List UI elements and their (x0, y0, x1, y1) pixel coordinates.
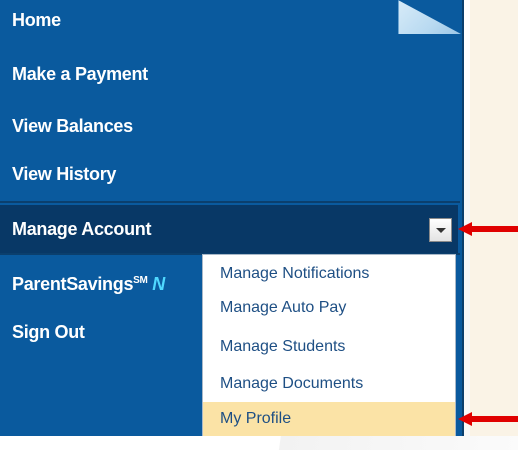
divider (0, 201, 460, 203)
nav-item-view-balances[interactable]: View Balances (0, 108, 455, 144)
red-arrow-icon (458, 412, 518, 426)
nav-item-home[interactable]: Home (0, 2, 455, 38)
menu-item-manage-notifications[interactable]: Manage Notifications (203, 257, 455, 291)
red-arrow-icon (458, 222, 518, 236)
chevron-down-icon (436, 228, 446, 233)
manage-account-dropdown-menu: Manage Notifications Manage Auto Pay Man… (202, 254, 456, 436)
menu-item-manage-students[interactable]: Manage Students (203, 330, 455, 364)
manage-account-dropdown-button[interactable] (429, 218, 452, 242)
nav-item-manage-account-label: Manage Account (12, 219, 152, 239)
menu-item-my-profile[interactable]: My Profile (203, 402, 455, 436)
nav-item-view-history[interactable]: View History (0, 156, 455, 192)
parentsavings-label: ParentSavings (12, 274, 134, 294)
menu-item-manage-documents[interactable]: Manage Documents (203, 367, 455, 401)
menu-item-manage-auto-pay[interactable]: Manage Auto Pay (203, 291, 455, 325)
nav-item-make-payment[interactable]: Make a Payment (0, 56, 455, 92)
nav-item-manage-account[interactable]: Manage Account (0, 205, 458, 253)
parentsavings-cutoff-text: N (152, 274, 165, 294)
background-edge (470, 0, 518, 436)
service-mark-superscript: SM (133, 275, 148, 286)
